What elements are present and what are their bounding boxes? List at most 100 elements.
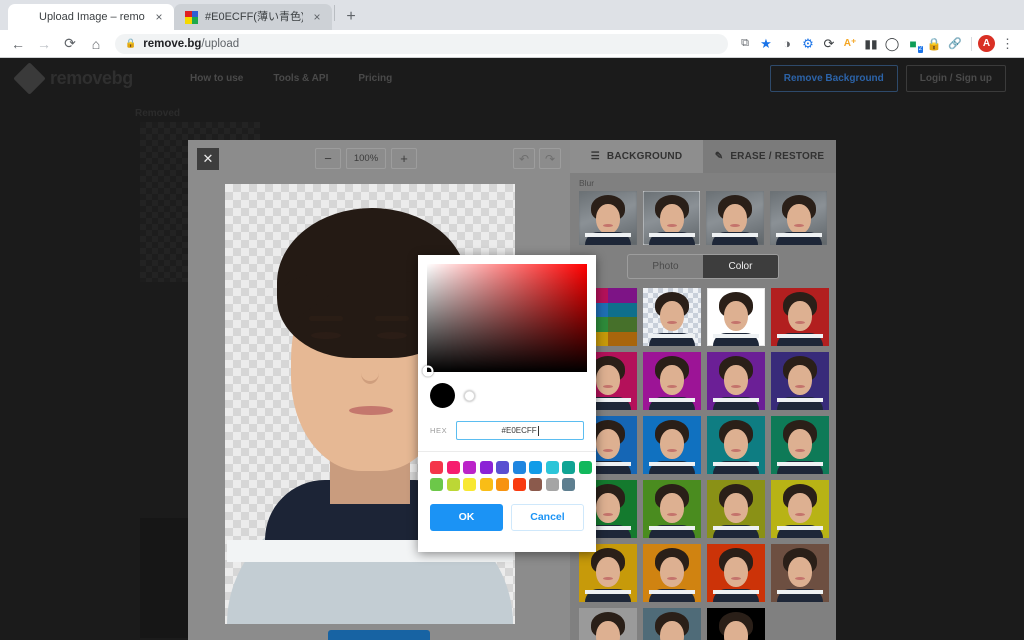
close-editor-icon[interactable]: ✕	[197, 147, 219, 170]
swatch[interactable]	[446, 477, 460, 491]
swatch[interactable]	[562, 477, 575, 491]
nav-tools-api[interactable]: Tools & API	[273, 73, 328, 84]
color-thumbnail-azure[interactable]	[643, 416, 701, 474]
bookmark-star-icon[interactable]: ★	[756, 34, 776, 54]
swatch[interactable]	[496, 477, 509, 491]
hex-label: HEX	[430, 426, 448, 435]
address-bar[interactable]: 🔒 remove.bg/upload	[115, 33, 728, 54]
tab-erase-restore[interactable]: ✎ ERASE / RESTORE	[703, 140, 836, 173]
swatch[interactable]	[529, 461, 542, 474]
site-logo[interactable]: removebg	[13, 61, 168, 95]
logo-secondary: bg	[111, 67, 134, 88]
tab-erase-restore-label: ERASE / RESTORE	[730, 151, 825, 162]
swatch[interactable]	[479, 477, 493, 491]
cancel-button[interactable]: Cancel	[510, 503, 584, 531]
hex-input[interactable]: #E0ECFF	[456, 421, 584, 440]
tab-background-label: BACKGROUND	[606, 151, 683, 162]
columns-icon[interactable]: ▮▮	[861, 34, 881, 54]
blur-thumbnail[interactable]	[706, 191, 764, 245]
saturation-value-area[interactable]	[422, 264, 587, 377]
translate-icon[interactable]: A⁺	[840, 34, 860, 54]
mode-color-button[interactable]: Color	[703, 255, 778, 278]
blur-thumbnail[interactable]	[579, 191, 637, 245]
swatch[interactable]	[562, 461, 575, 474]
login-signup-button[interactable]: Login / Sign up	[905, 64, 1006, 92]
color-thumbnail-olive[interactable]	[707, 480, 765, 538]
color-thumbnail-black[interactable]	[707, 608, 765, 640]
swatch[interactable]	[545, 461, 559, 474]
reader-mode-icon[interactable]: ◑	[777, 34, 797, 54]
site-nav: How to use Tools & API Pricing	[190, 73, 392, 84]
screen-capture-icon[interactable]: ■ 2	[903, 34, 923, 54]
swatch[interactable]	[430, 461, 443, 474]
remove-background-button[interactable]: Remove Background	[769, 64, 898, 92]
swatch[interactable]	[479, 461, 493, 474]
color-thumbnail-yellow-olive[interactable]	[771, 480, 829, 538]
history-controls: ↶ ↷	[513, 148, 561, 169]
swatch[interactable]	[512, 477, 526, 491]
tab-groups-icon[interactable]: ⧉	[735, 34, 755, 54]
hue-slider-row	[418, 372, 596, 408]
swatch[interactable]	[545, 477, 559, 491]
color-thumbnail-brown[interactable]	[771, 544, 829, 602]
color-thumbnail-white[interactable]	[707, 288, 765, 346]
tab-background[interactable]: ☰ BACKGROUND	[570, 140, 703, 173]
blur-thumbnail[interactable]	[642, 191, 700, 245]
browser-tab-color-sample[interactable]: #E0ECFF(薄い青色)の色見本と配 ×	[174, 4, 332, 30]
color-thumbnail-orange-red[interactable]	[707, 544, 765, 602]
swatch[interactable]	[430, 477, 443, 491]
color-thumbnail-transparent[interactable]	[643, 288, 701, 346]
swatch[interactable]	[512, 461, 526, 474]
reload-icon[interactable]: ⟳	[58, 32, 82, 56]
sync-refresh-icon[interactable]: ⟳	[819, 34, 839, 54]
nav-how-to-use[interactable]: How to use	[190, 73, 243, 84]
password-lock-icon[interactable]: 🔒	[924, 34, 944, 54]
close-icon[interactable]: ×	[152, 10, 166, 24]
swatch[interactable]	[529, 477, 542, 491]
site-header: removebg How to use Tools & API Pricing …	[0, 58, 1024, 98]
forward-icon[interactable]: →	[32, 32, 56, 56]
close-icon[interactable]: ×	[310, 10, 324, 24]
swatch[interactable]	[463, 477, 476, 491]
redo-icon[interactable]: ↷	[539, 148, 561, 169]
color-thumbnail-slate[interactable]	[643, 608, 701, 640]
color-thumbnail-grid	[570, 279, 836, 640]
color-thumbnail-green-teal[interactable]	[771, 416, 829, 474]
browser-menu-icon[interactable]: ⋮	[997, 36, 1018, 52]
color-thumbnail-purple[interactable]	[707, 352, 765, 410]
zoom-out-button[interactable]: −	[315, 148, 341, 169]
swatch[interactable]	[578, 461, 592, 474]
zoom-in-button[interactable]: +	[391, 148, 417, 169]
blur-thumbnail[interactable]	[769, 191, 827, 245]
home-icon[interactable]: ⌂	[84, 32, 108, 56]
color-thumbnail-gray[interactable]	[579, 608, 637, 640]
saturation-value-marker[interactable]	[422, 365, 434, 377]
color-thumbnail-magenta[interactable]	[643, 352, 701, 410]
color-thumbnail-orange[interactable]	[643, 544, 701, 602]
hue-slider-handle[interactable]	[464, 390, 475, 401]
mode-photo-button[interactable]: Photo	[628, 255, 703, 278]
color-thumbnail-red-dark[interactable]	[771, 288, 829, 346]
swatch[interactable]	[496, 461, 509, 474]
browser-tab-upload-image[interactable]: Upload Image – remove.bg ×	[8, 4, 174, 30]
zoom-level-value[interactable]: 100%	[346, 148, 386, 169]
swatch[interactable]	[446, 461, 460, 474]
chat-bubble-icon[interactable]: ◯	[882, 34, 902, 54]
color-thumbnail-gold[interactable]	[579, 544, 637, 602]
swatch[interactable]	[463, 461, 476, 474]
color-thumbnail-green-mid[interactable]	[643, 480, 701, 538]
zoom-controls: − 100% +	[315, 148, 417, 169]
download-button[interactable]: ⭳ Download	[328, 630, 430, 640]
color-thumbnail-teal[interactable]	[707, 416, 765, 474]
color-thumbnail-indigo[interactable]	[771, 352, 829, 410]
nav-pricing[interactable]: Pricing	[358, 73, 392, 84]
page-title: Removed	[135, 108, 181, 119]
profile-avatar[interactable]: A	[978, 35, 995, 52]
back-icon[interactable]: ←	[6, 32, 30, 56]
hue-slider[interactable]	[464, 390, 584, 401]
new-tab-button[interactable]: +	[337, 4, 365, 30]
settings-gear-icon[interactable]: ⚙	[798, 34, 818, 54]
ok-button[interactable]: OK	[430, 503, 503, 531]
undo-icon[interactable]: ↶	[513, 148, 535, 169]
link-chain-icon[interactable]: 🔗	[945, 34, 965, 54]
